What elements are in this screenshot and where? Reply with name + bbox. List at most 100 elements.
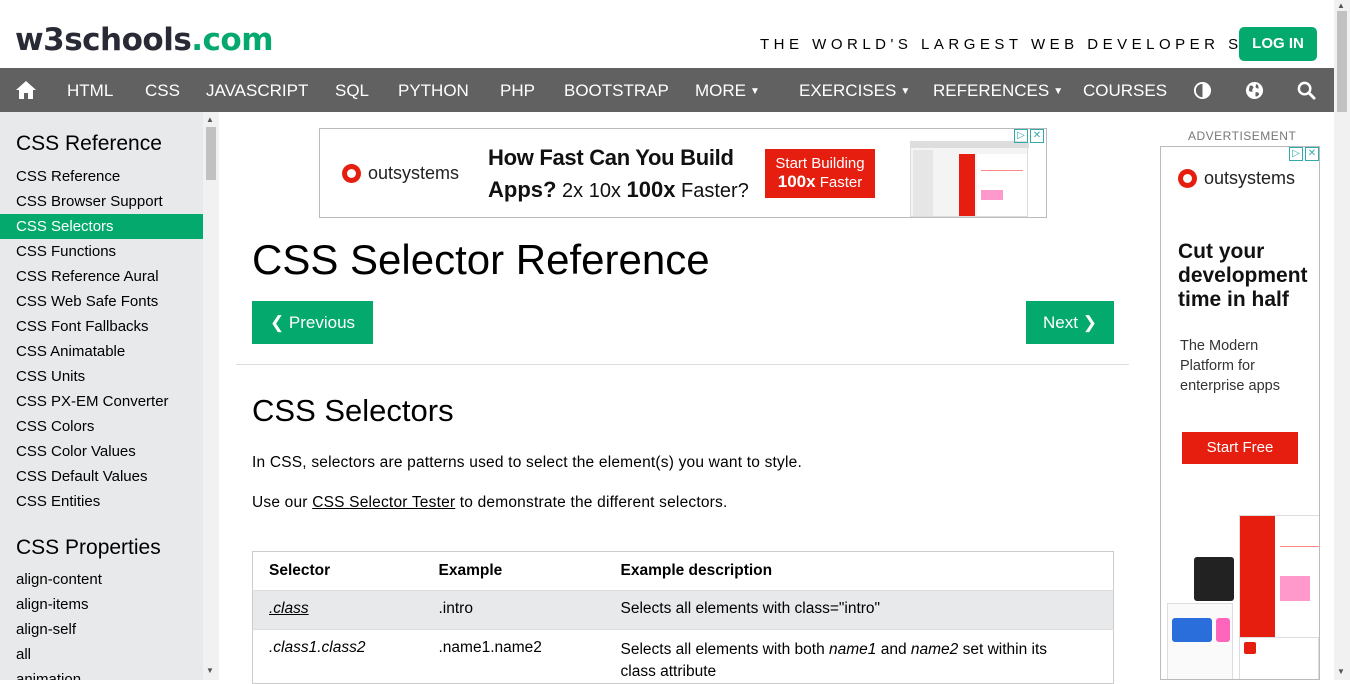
logo-text: w3schools	[15, 22, 192, 58]
sidebar-item[interactable]: CSS Color Values	[0, 439, 203, 464]
table-header-row: Selector Example Example description	[253, 552, 1114, 591]
nav-exercises-label: EXERCISES	[799, 81, 897, 100]
nav-references-label: REFERENCES	[933, 81, 1050, 100]
sidebar-item[interactable]: CSS Entities	[0, 489, 203, 514]
sidebar-item[interactable]: CSS Animatable	[0, 339, 203, 364]
nav-sql[interactable]: SQL	[335, 68, 369, 112]
ad-choices-icon[interactable]: ▷ ✕	[1014, 129, 1044, 143]
nav-more-label: MORE	[695, 81, 746, 100]
scroll-up-arrow-icon[interactable]: ▲	[206, 115, 214, 124]
sidebar-prop-item[interactable]: all	[0, 642, 203, 667]
desc-part: and	[876, 641, 911, 658]
scroll-down-arrow-icon[interactable]: ▼	[1337, 667, 1345, 676]
nav-php[interactable]: PHP	[500, 68, 535, 112]
right-ad-banner[interactable]: ▷ ✕ outsystems Cut your development time …	[1160, 146, 1320, 680]
desc-part: set within its	[958, 641, 1048, 658]
selector-link[interactable]: .class	[252, 590, 423, 630]
sidebar-scrollbar-thumb[interactable]	[206, 127, 216, 180]
ad-cta-button[interactable]: Start Building 100x Faster	[765, 149, 875, 198]
table-header: Example description	[620, 562, 773, 579]
nav-bootstrap[interactable]: BOOTSTRAP	[564, 68, 669, 112]
sidebar-item[interactable]: CSS PX-EM Converter	[0, 389, 203, 414]
nav-references[interactable]: REFERENCES ▼	[933, 68, 1063, 112]
caret-down-icon: ▼	[1053, 86, 1064, 97]
sidebar-item[interactable]: CSS Units	[0, 364, 203, 389]
scroll-down-arrow-icon[interactable]: ▼	[206, 666, 214, 675]
sidebar-heading-properties: CSS Properties	[16, 536, 161, 559]
nav-html[interactable]: HTML	[67, 68, 113, 112]
table-header: Example	[438, 562, 503, 579]
sidebar-prop-item[interactable]: align-self	[0, 617, 203, 642]
caret-down-icon: ▼	[750, 86, 760, 97]
sidebar-item[interactable]: CSS Colors	[0, 414, 203, 439]
previous-button[interactable]: ❮ Previous	[252, 301, 373, 344]
ad-headline-apps: Apps?	[488, 177, 557, 202]
sidebar-item[interactable]: CSS Browser Support	[0, 189, 203, 214]
tester-text-before: Use our	[252, 494, 313, 511]
logo-suffix: .com	[191, 22, 274, 58]
sidebar-item[interactable]: CSS Functions	[0, 239, 203, 264]
ad-headline-multipliers: 2x 10x	[556, 180, 627, 202]
table-row: .class1.class2 .name1.name2 Selects all …	[252, 629, 1114, 684]
ad-cta-line2: 100x Faster	[765, 173, 875, 192]
ad-phone-mock	[1194, 557, 1234, 601]
ad-cta-faster: Faster	[815, 174, 863, 191]
login-button[interactable]: LOG IN	[1239, 27, 1317, 61]
sidebar-prop-item[interactable]: align-content	[0, 567, 203, 592]
table-cell-example: .name1.name2	[422, 629, 605, 684]
desc-name2: name2	[910, 641, 959, 658]
nav-courses[interactable]: COURSES	[1083, 68, 1167, 112]
selector-text[interactable]: .class1.class2	[252, 629, 423, 684]
sidebar-item[interactable]: CSS Web Safe Fonts	[0, 289, 203, 314]
ad-dashboard-mock	[1239, 637, 1319, 679]
sidebar-scrollbar[interactable]	[203, 112, 219, 680]
outsystems-logo-icon	[342, 164, 361, 183]
site-logo[interactable]: w3schools.com	[15, 20, 274, 60]
top-ad-banner[interactable]: outsystems How Fast Can You Build Apps? …	[319, 128, 1047, 218]
ad-headline-line1: How Fast Can You Build	[488, 145, 734, 170]
sidebar-prop-item[interactable]: animation	[0, 667, 203, 680]
sidebar-item[interactable]: CSS Reference	[0, 164, 203, 189]
sidebar-item-active[interactable]: CSS Selectors	[0, 214, 203, 239]
table-header: Selector	[269, 562, 331, 579]
nav-more[interactable]: MORE ▼	[695, 68, 760, 112]
outsystems-logo: outsystems	[342, 163, 459, 184]
sidebar-item[interactable]: CSS Default Values	[0, 464, 203, 489]
nav-exercises[interactable]: EXERCISES ▼	[799, 68, 910, 112]
sidebar-item[interactable]: CSS Reference Aural	[0, 264, 203, 289]
nav-javascript[interactable]: JAVASCRIPT	[206, 68, 308, 112]
table-row: .class .intro Selects all elements with …	[252, 590, 1114, 630]
page-scrollbar-thumb[interactable]	[1337, 11, 1347, 112]
ad-choices-icon[interactable]: ▷ ✕	[1289, 147, 1319, 161]
ad-headline-faster: Faster?	[675, 180, 749, 202]
sidebar-prop-item[interactable]: align-items	[0, 592, 203, 617]
table-cell-example: .intro	[422, 590, 605, 630]
search-icon[interactable]	[1297, 68, 1316, 112]
section-title: CSS Selectors	[252, 393, 454, 428]
sidebar: CSS Reference CSS Reference CSS Browser …	[0, 112, 219, 680]
sidebar-heading-reference: CSS Reference	[16, 132, 162, 155]
sidebar-item[interactable]: CSS Font Fallbacks	[0, 314, 203, 339]
globe-icon[interactable]	[1245, 68, 1264, 112]
next-button[interactable]: Next ❯	[1026, 301, 1114, 344]
desc-name1: name1	[829, 641, 877, 658]
nav-css[interactable]: CSS	[145, 68, 180, 112]
ad-headline-line2: Apps? 2x 10x 100x Faster?	[488, 177, 749, 203]
intro-paragraph: In CSS, selectors are patterns used to s…	[252, 454, 802, 471]
start-free-button[interactable]: Start Free	[1182, 432, 1298, 464]
home-icon[interactable]	[15, 68, 37, 112]
top-bar: w3schools.com THE WORLD'S LARGEST WEB DE…	[0, 0, 1334, 68]
nav-python[interactable]: PYTHON	[398, 68, 469, 112]
divider	[236, 364, 1129, 365]
site-tagline: THE WORLD'S LARGEST WEB DEVELOPER SITE	[760, 36, 1280, 53]
ad-app-screenshot	[910, 141, 1029, 217]
contrast-icon[interactable]	[1193, 68, 1212, 112]
desc-line2: class attribute	[620, 663, 717, 680]
page-title: CSS Selector Reference	[252, 236, 710, 283]
outsystems-logo: outsystems	[1178, 168, 1295, 189]
selector-tester-link[interactable]: CSS Selector Tester	[312, 494, 455, 511]
ad-subtext: The Modern Platform for enterprise apps	[1180, 338, 1280, 394]
ad-headline: Cut your development time in half	[1178, 240, 1308, 311]
ad-brand: outsystems	[1204, 168, 1296, 188]
scroll-up-arrow-icon[interactable]: ▲	[1337, 1, 1345, 10]
